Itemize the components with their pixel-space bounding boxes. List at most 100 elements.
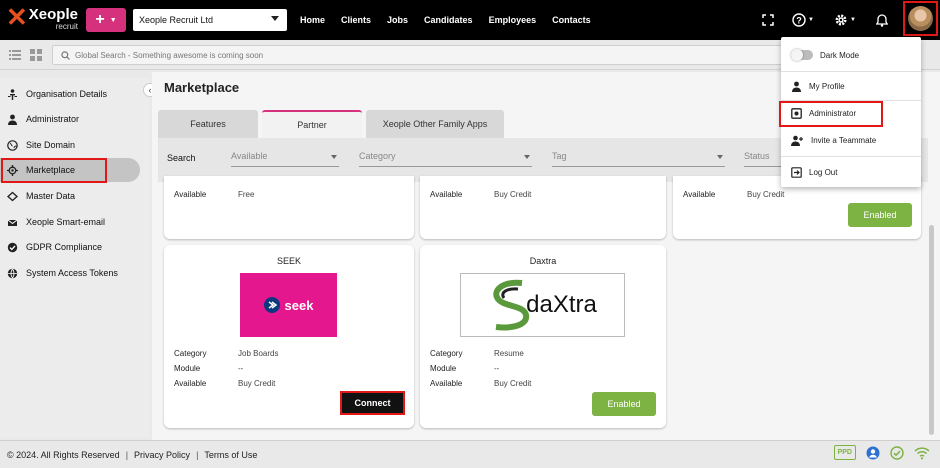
sidebar-item-master-data[interactable]: Master Data <box>6 184 144 208</box>
field-label: Category <box>430 349 463 358</box>
sidebar-item-system-access-tokens[interactable]: System Access Tokens <box>6 261 144 285</box>
select-placeholder: Tag <box>552 151 567 161</box>
sidebar-item-gdpr[interactable]: GDPR Compliance <box>6 235 144 259</box>
privacy-policy-link[interactable]: Privacy Policy <box>134 450 190 460</box>
menu-item-invite-teammate[interactable]: Invite a Teammate <box>791 132 876 148</box>
globe-check-icon <box>6 241 18 253</box>
footer-icons: PPD <box>833 445 930 460</box>
check-circle-icon[interactable] <box>890 445 904 460</box>
chevron-down-icon: ▼ <box>808 17 814 23</box>
nav-employees[interactable]: Employees <box>489 15 537 25</box>
user-avatar-button[interactable] <box>903 1 938 36</box>
field-label: Module <box>430 364 457 373</box>
sidebar-item-organisation-details[interactable]: Organisation Details <box>6 82 144 106</box>
tab-other-family-apps[interactable]: Xeople Other Family Apps <box>366 110 504 138</box>
list-view-icon[interactable] <box>8 48 22 62</box>
menu-label: Log Out <box>809 167 838 177</box>
dark-mode-toggle[interactable]: Dark Mode <box>791 47 859 63</box>
tabs: Features Partner Xeople Other Family App… <box>158 110 508 138</box>
nav-contacts[interactable]: Contacts <box>552 15 591 25</box>
ppd-badge[interactable]: PPD <box>833 445 856 460</box>
logo-word: Xeople <box>28 6 78 23</box>
logout-icon <box>791 166 802 178</box>
menu-item-my-profile[interactable]: My Profile <box>791 78 845 94</box>
bell-icon[interactable] <box>872 10 892 30</box>
field-label: Available <box>174 379 207 388</box>
svg-text:?: ? <box>796 16 802 26</box>
card-available-row: Available Buy Credit <box>683 190 784 199</box>
globe-icon <box>6 139 18 151</box>
seek-logo: seek <box>240 273 337 337</box>
field-value: Buy Credit <box>747 190 785 199</box>
scrollbar[interactable] <box>929 225 934 435</box>
tab-features[interactable]: Features <box>158 110 258 138</box>
field-label: Available <box>430 190 463 199</box>
card-available-row: Available Buy Credit <box>430 379 531 388</box>
xeople-logo[interactable]: ✕ Xeople recruit <box>6 4 78 36</box>
partner-card-daxtra: Daxtra daXtra Category Resume Module -- Av… <box>420 245 666 428</box>
connect-button[interactable]: Connect <box>340 391 405 415</box>
caret-down-icon <box>524 155 530 159</box>
field-label: Category <box>174 349 207 358</box>
partner-card-seek: SEEK seek Category Job Boards Module -- Av… <box>164 245 414 428</box>
person-icon <box>792 81 801 92</box>
settings-menu-button[interactable]: ▼ <box>830 10 860 30</box>
sidebar-item-label: Xeople Smart-email <box>26 217 106 227</box>
toggle-switch[interactable] <box>791 49 813 61</box>
grid-view-icon[interactable] <box>29 48 43 62</box>
wifi-icon[interactable] <box>914 446 930 460</box>
card-module-row: Module -- <box>174 364 243 373</box>
tag-filter-select[interactable]: Tag <box>552 151 725 167</box>
nav-candidates[interactable]: Candidates <box>424 15 473 25</box>
copyright-text: © 2024. All Rights Reserved <box>7 449 120 460</box>
menu-label: My Profile <box>809 81 845 91</box>
field-label: Available <box>174 190 207 199</box>
sidebar-item-site-domain[interactable]: Site Domain <box>6 133 144 157</box>
field-value: -- <box>238 364 244 373</box>
sidebar-item-label: Master Data <box>26 191 76 201</box>
field-value: Job Boards <box>238 349 279 358</box>
enabled-button[interactable]: Enabled <box>592 392 656 416</box>
tab-label: Xeople Other Family Apps <box>382 119 488 129</box>
nav-clients[interactable]: Clients <box>341 15 371 25</box>
sidebar-item-administrator[interactable]: Administrator <box>6 107 144 131</box>
select-placeholder: Category <box>359 151 396 161</box>
divider <box>781 71 921 72</box>
available-filter-select[interactable]: Available <box>231 151 339 167</box>
nav-home[interactable]: Home <box>300 15 325 25</box>
logo-text: daXtra <box>526 291 597 318</box>
sidebar-item-smart-email[interactable]: Xeople Smart-email <box>6 210 144 234</box>
page-title: Marketplace <box>164 80 240 95</box>
tab-partner[interactable]: Partner <box>262 110 362 138</box>
menu-label: Invite a Teammate <box>811 135 877 145</box>
global-search-input[interactable]: Global Search - Something awesome is com… <box>52 45 782 65</box>
company-select-value: Xeople Recruit Ltd <box>139 15 214 25</box>
quick-add-button[interactable]: + ▼ <box>86 8 126 32</box>
terms-of-use-link[interactable]: Terms of Use <box>204 450 257 460</box>
field-label: Module <box>174 364 201 373</box>
menu-item-log-out[interactable]: Log Out <box>791 164 837 180</box>
user-circle-icon[interactable] <box>866 446 880 460</box>
sidebar-item-label: Site Domain <box>26 140 76 150</box>
category-filter-select[interactable]: Category <box>359 151 532 167</box>
partner-card: Available Free <box>164 176 414 239</box>
field-value: Resume <box>494 349 524 358</box>
add-user-icon <box>791 135 803 146</box>
logo-sub: recruit <box>55 22 78 31</box>
chevron-down-icon: ▼ <box>109 16 117 24</box>
company-select[interactable]: Xeople Recruit Ltd <box>133 9 287 31</box>
select-placeholder: Available <box>231 151 268 161</box>
tab-label: Partner <box>297 120 327 130</box>
field-value: -- <box>494 364 500 373</box>
nav-jobs[interactable]: Jobs <box>387 15 408 25</box>
enabled-button[interactable]: Enabled <box>848 203 912 227</box>
fullscreen-icon[interactable] <box>758 10 778 30</box>
card-category-row: Category Job Boards <box>174 349 278 358</box>
marketplace-highlight <box>1 158 107 183</box>
plus-icon: + <box>95 11 105 28</box>
help-menu-button[interactable]: ? ▼ <box>788 10 818 30</box>
globe-icon <box>6 267 18 279</box>
divider <box>781 156 921 157</box>
sidebar-item-label: GDPR Compliance <box>26 242 103 252</box>
daxtra-logo: daXtra <box>460 273 625 337</box>
